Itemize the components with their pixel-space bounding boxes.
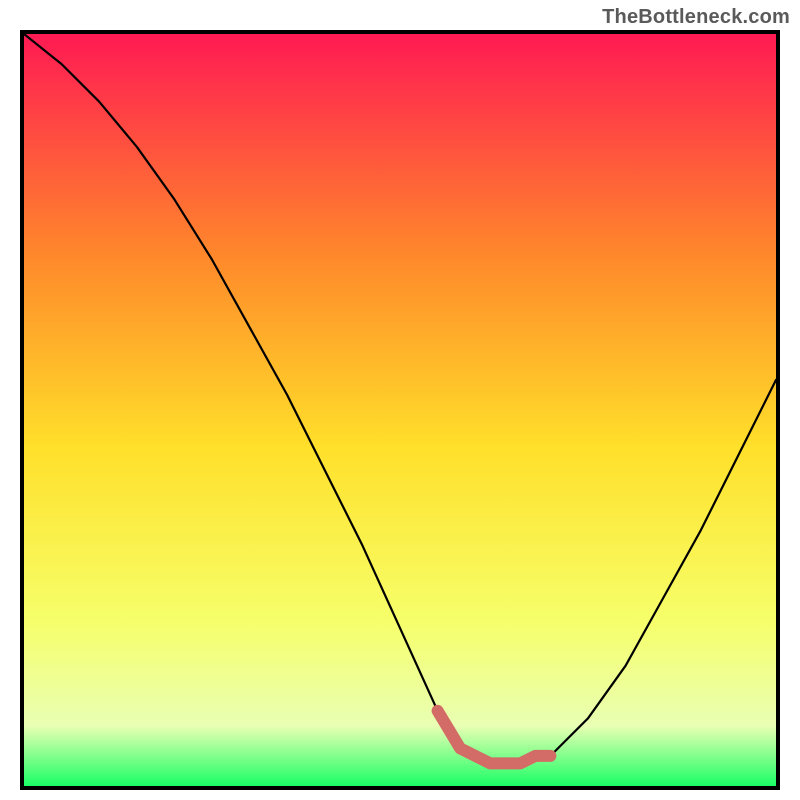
optimal-range-marker: [438, 711, 551, 764]
chart-container: TheBottleneck.com: [0, 0, 800, 800]
plot-frame: [20, 30, 780, 790]
bottleneck-curve: [24, 34, 776, 763]
watermark-label: TheBottleneck.com: [602, 6, 790, 29]
curve-layer: [24, 34, 776, 786]
